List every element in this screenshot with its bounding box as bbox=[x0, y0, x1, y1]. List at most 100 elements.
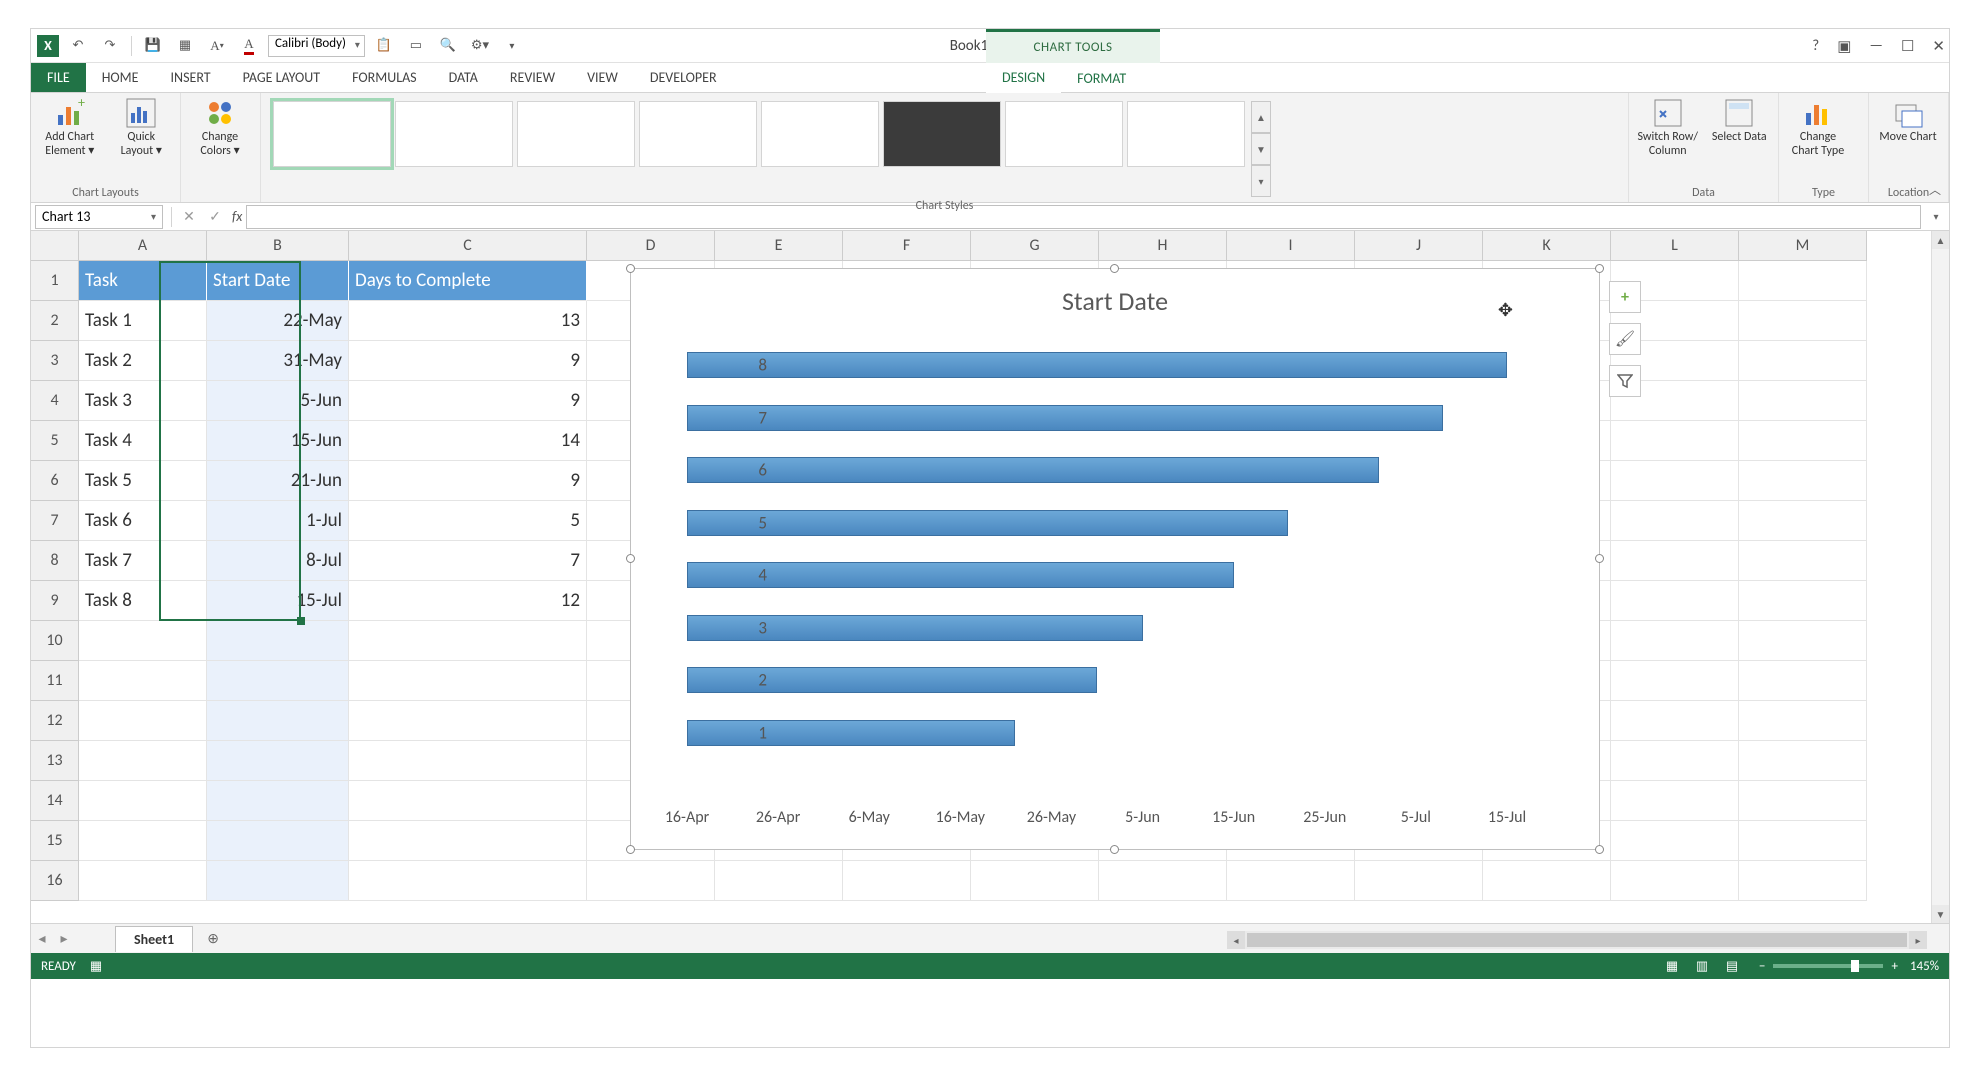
row-header-6[interactable]: 6 bbox=[31, 461, 79, 501]
cell-B15[interactable] bbox=[207, 821, 349, 861]
chart-bar-task-2[interactable] bbox=[687, 667, 1097, 693]
zoom-button[interactable]: 🔍 bbox=[435, 33, 461, 59]
selection-handle[interactable] bbox=[297, 617, 305, 625]
cell-M4[interactable] bbox=[1739, 381, 1867, 421]
tab-insert[interactable]: INSERT bbox=[155, 63, 227, 92]
cell-B11[interactable] bbox=[207, 661, 349, 701]
cell-A7[interactable]: Task 6 bbox=[79, 501, 207, 541]
minimize-button[interactable]: — bbox=[1869, 37, 1883, 55]
cell-A10[interactable] bbox=[79, 621, 207, 661]
cell-A16[interactable] bbox=[79, 861, 207, 901]
cell-D16[interactable] bbox=[587, 861, 715, 901]
maximize-button[interactable]: ☐ bbox=[1901, 37, 1914, 56]
row-header-9[interactable]: 9 bbox=[31, 581, 79, 621]
cell-C9[interactable]: 12 bbox=[349, 581, 587, 621]
cell-B13[interactable] bbox=[207, 741, 349, 781]
cell-L16[interactable] bbox=[1611, 861, 1739, 901]
print-preview-button[interactable]: ▦ bbox=[172, 33, 198, 59]
enter-formula-button[interactable]: ✓ bbox=[202, 205, 228, 229]
cell-B10[interactable] bbox=[207, 621, 349, 661]
row-header-12[interactable]: 12 bbox=[31, 701, 79, 741]
macro-record-icon[interactable]: ▦ bbox=[90, 959, 102, 974]
tab-view[interactable]: VIEW bbox=[571, 63, 634, 92]
page-break-view-button[interactable]: ▤ bbox=[1718, 956, 1746, 976]
cell-M7[interactable] bbox=[1739, 501, 1867, 541]
row-header-15[interactable]: 15 bbox=[31, 821, 79, 861]
cell-C5[interactable]: 14 bbox=[349, 421, 587, 461]
chart-bar-task-7[interactable] bbox=[687, 405, 1443, 431]
cell-A1[interactable]: Task bbox=[79, 261, 207, 301]
cell-M9[interactable] bbox=[1739, 581, 1867, 621]
cell-M6[interactable] bbox=[1739, 461, 1867, 501]
cell-M2[interactable] bbox=[1739, 301, 1867, 341]
chart-style-thumb-5[interactable] bbox=[761, 101, 879, 167]
qat-customize-button[interactable]: ▾ bbox=[499, 33, 525, 59]
column-header-I[interactable]: I bbox=[1227, 231, 1355, 261]
ribbon-display-options-button[interactable]: ▣ bbox=[1837, 37, 1851, 56]
cell-L5[interactable] bbox=[1611, 421, 1739, 461]
cell-C10[interactable] bbox=[349, 621, 587, 661]
tab-formulas[interactable]: FORMULAS bbox=[336, 63, 433, 92]
chart-bar-task-3[interactable] bbox=[687, 615, 1143, 641]
cell-M5[interactable] bbox=[1739, 421, 1867, 461]
cell-A4[interactable]: Task 3 bbox=[79, 381, 207, 421]
column-header-B[interactable]: B bbox=[207, 231, 349, 261]
cell-A8[interactable]: Task 7 bbox=[79, 541, 207, 581]
cell-L12[interactable] bbox=[1611, 701, 1739, 741]
row-header-13[interactable]: 13 bbox=[31, 741, 79, 781]
chart-bar-task-6[interactable] bbox=[687, 457, 1379, 483]
column-header-D[interactable]: D bbox=[587, 231, 715, 261]
normal-view-button[interactable]: ▦ bbox=[1658, 956, 1686, 976]
cell-M1[interactable] bbox=[1739, 261, 1867, 301]
expand-formula-bar-button[interactable]: ▾ bbox=[1927, 205, 1945, 229]
cell-B12[interactable] bbox=[207, 701, 349, 741]
tab-developer[interactable]: DEVELOPER bbox=[634, 63, 733, 92]
cell-A9[interactable]: Task 8 bbox=[79, 581, 207, 621]
paste-button[interactable]: 📋 bbox=[371, 33, 397, 59]
cell-B1[interactable]: Start Date bbox=[207, 261, 349, 301]
scroll-up-button[interactable]: ▲ bbox=[1932, 231, 1949, 249]
cell-L8[interactable] bbox=[1611, 541, 1739, 581]
column-header-H[interactable]: H bbox=[1099, 231, 1227, 261]
close-button[interactable]: ✕ bbox=[1932, 37, 1945, 56]
scroll-left-button[interactable]: ◂ bbox=[1227, 931, 1245, 949]
font-name-combo[interactable]: Calibri (Body) bbox=[268, 35, 365, 57]
column-header-A[interactable]: A bbox=[79, 231, 207, 261]
save-button[interactable]: 💾 bbox=[140, 33, 166, 59]
switch-row-column-button[interactable]: Switch Row/ Column bbox=[1637, 97, 1699, 159]
cell-A15[interactable] bbox=[79, 821, 207, 861]
select-all-corner[interactable] bbox=[31, 231, 79, 261]
help-button[interactable]: ? bbox=[1812, 37, 1819, 55]
cell-M8[interactable] bbox=[1739, 541, 1867, 581]
chart-title[interactable]: Start Date bbox=[631, 269, 1599, 325]
cell-M10[interactable] bbox=[1739, 621, 1867, 661]
move-chart-button[interactable]: Move Chart bbox=[1877, 97, 1939, 145]
cell-C12[interactable] bbox=[349, 701, 587, 741]
row-header-16[interactable]: 16 bbox=[31, 861, 79, 901]
scroll-down-button[interactable]: ▼ bbox=[1932, 905, 1949, 923]
cancel-formula-button[interactable]: ✕ bbox=[176, 205, 202, 229]
column-header-M[interactable]: M bbox=[1739, 231, 1867, 261]
chart-style-thumb-1[interactable] bbox=[273, 101, 391, 167]
quick-layout-button[interactable]: Quick Layout ▾ bbox=[111, 97, 173, 159]
cell-A14[interactable] bbox=[79, 781, 207, 821]
gallery-scroll-down[interactable]: ▼ bbox=[1251, 133, 1271, 165]
cell-A5[interactable]: Task 4 bbox=[79, 421, 207, 461]
cell-C14[interactable] bbox=[349, 781, 587, 821]
cell-L7[interactable] bbox=[1611, 501, 1739, 541]
gallery-more-button[interactable]: ▾ bbox=[1251, 165, 1271, 197]
row-header-10[interactable]: 10 bbox=[31, 621, 79, 661]
more-commands-button[interactable]: ⚙▾ bbox=[467, 33, 493, 59]
cell-B6[interactable]: 21-Jun bbox=[207, 461, 349, 501]
chart-bar-task-8[interactable] bbox=[687, 352, 1507, 378]
cell-F16[interactable] bbox=[843, 861, 971, 901]
embedded-chart[interactable]: Start Date ✥ + 🖌 8765432116-Apr26-Apr6-M… bbox=[630, 268, 1600, 850]
cell-K16[interactable] bbox=[1483, 861, 1611, 901]
chart-style-thumb-3[interactable] bbox=[517, 101, 635, 167]
new-sheet-button[interactable]: ⊕ bbox=[201, 927, 225, 951]
cell-C13[interactable] bbox=[349, 741, 587, 781]
cell-A13[interactable] bbox=[79, 741, 207, 781]
insert-function-button[interactable]: fx bbox=[228, 208, 246, 225]
tab-review[interactable]: REVIEW bbox=[494, 63, 571, 92]
chart-style-thumb-7[interactable] bbox=[1005, 101, 1123, 167]
